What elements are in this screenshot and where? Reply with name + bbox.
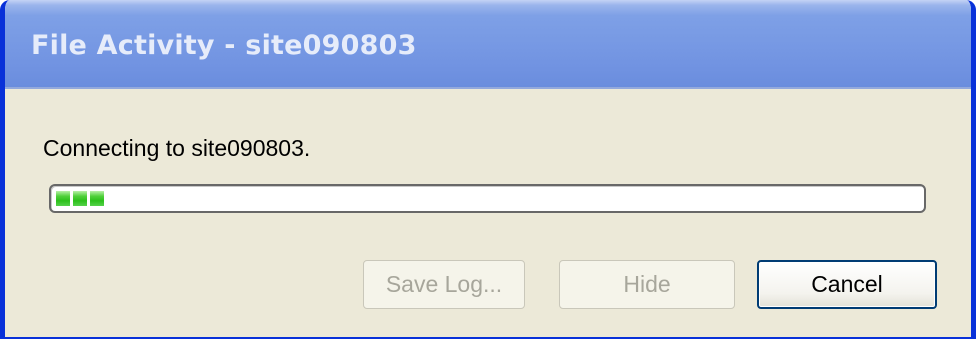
hide-button[interactable]: Hide [559, 260, 735, 309]
hide-label: Hide [623, 271, 671, 297]
progress-bar [49, 184, 926, 213]
dialog-body: Connecting to site090803. Save Log... Hi… [5, 87, 971, 337]
progress-fill [56, 191, 104, 206]
file-activity-dialog: File Activity - site090803 Connecting to… [0, 0, 976, 339]
status-message: Connecting to site090803. [43, 135, 311, 161]
progress-block [90, 191, 104, 206]
cancel-label: Cancel [811, 271, 883, 297]
save-log-label: Save Log... [385, 271, 503, 297]
cancel-button[interactable]: Cancel [757, 260, 937, 309]
progress-block [56, 191, 70, 206]
window-title: File Activity - site090803 [31, 30, 417, 61]
progress-block [73, 191, 87, 206]
title-bar[interactable]: File Activity - site090803 [5, 0, 971, 87]
save-log-button[interactable]: Save Log... [363, 260, 525, 309]
